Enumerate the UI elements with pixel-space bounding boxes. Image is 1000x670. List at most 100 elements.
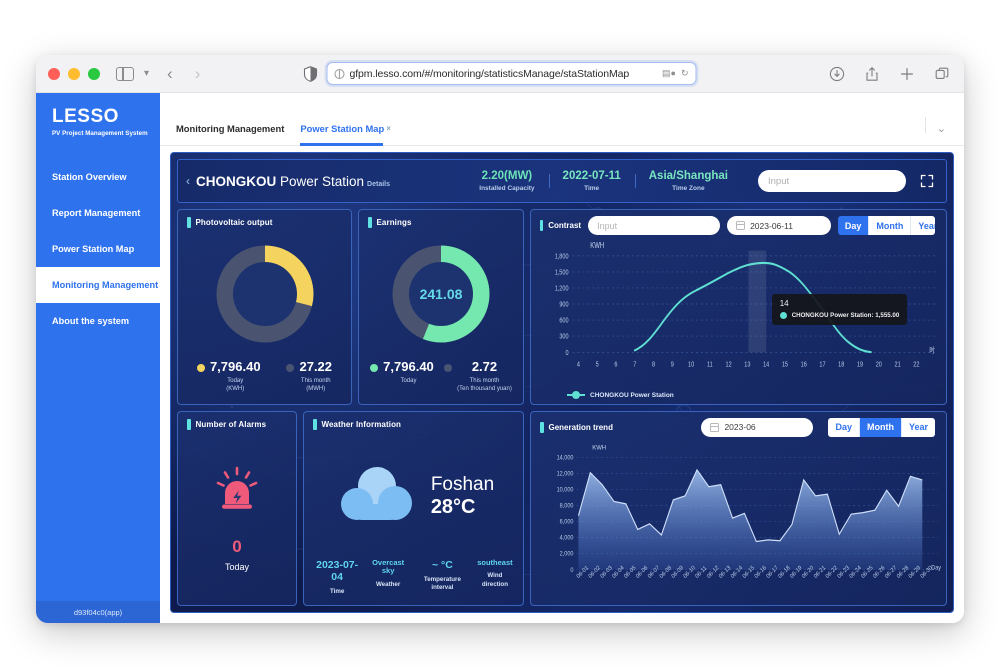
stat-value: 2.72 [471, 359, 498, 375]
weather-city: Foshan [430, 473, 495, 495]
contrast-header: Contrast Input 2023-06-11 Day Month Yea [531, 210, 946, 235]
accent-bar-icon [187, 418, 191, 430]
metric-value: 2022-07-11 [562, 170, 621, 182]
shield-icon[interactable] [303, 65, 318, 82]
earnings-donut-hole: 241.08 [409, 262, 473, 327]
sidebar-item-label: Station Overview [52, 171, 127, 182]
svg-text:时: 时 [929, 344, 935, 354]
fullscreen-icon[interactable] [920, 174, 934, 188]
sidebar-item-power-station-map[interactable]: Power Station Map [36, 231, 160, 267]
globe-icon [334, 68, 345, 79]
svg-text:1,500: 1,500 [555, 269, 569, 277]
generation-range-year[interactable]: Year [901, 417, 935, 437]
earnings-donut-chart: 241.08 [391, 244, 491, 344]
address-bar[interactable]: gfpm.lesso.com/#/monitoring/statisticsMa… [326, 62, 697, 85]
metric-label: Installed Capacity [479, 185, 535, 192]
weather-field-weather: Overcast sky Weather [366, 557, 410, 589]
sidebar-toggle-button[interactable] [116, 66, 134, 81]
contrast-legend[interactable]: CHONGKOU Power Station [531, 390, 946, 404]
tab-overview-icon[interactable] [934, 66, 950, 82]
collapse-left-icon[interactable]: ‹ [184, 174, 196, 188]
dashboard: ‹ CHONGKOU Power Station Details 2.20(MW)… [170, 152, 954, 613]
field-label: Wind direction [481, 572, 508, 588]
earnings-center-value: 241.08 [419, 286, 463, 303]
field-value: Overcast sky [372, 557, 405, 576]
station-name-rest: Power Station [276, 173, 365, 189]
minimize-window-button[interactable] [68, 67, 80, 80]
reader-icon[interactable]: ▤● [662, 68, 676, 79]
svg-text:300: 300 [559, 333, 569, 341]
window-controls[interactable] [48, 67, 100, 80]
contrast-date-input[interactable]: 2023-06-11 [727, 216, 831, 235]
reload-icon[interactable]: ↻ [681, 68, 689, 79]
svg-text:06-01: 06-01 [576, 565, 590, 580]
back-icon[interactable]: ‹ [167, 65, 173, 82]
svg-text:4,000: 4,000 [560, 535, 574, 541]
weather-main: Foshan 28°C [304, 430, 523, 559]
tab-power-station-map[interactable]: Power Station Map × [300, 112, 391, 146]
sidebar-item-report-management[interactable]: Report Management [36, 195, 160, 231]
station-header-bar: ‹ CHONGKOU Power Station Details 2.20(MW)… [177, 159, 947, 203]
brand-block: LESSO PV Project Management System [36, 93, 160, 147]
maximize-window-button[interactable] [88, 67, 100, 80]
stat-caption: Today (KWH) [226, 378, 245, 393]
metric-installed-capacity: 2.20(MW) Installed Capacity [465, 170, 548, 192]
svg-text:0: 0 [570, 567, 574, 573]
alarm-count: 0 [232, 536, 242, 556]
svg-text:22: 22 [913, 361, 919, 369]
generation-range-month[interactable]: Month [859, 417, 902, 437]
metric-label: Time Zone [672, 185, 705, 192]
svg-text:9: 9 [671, 361, 674, 369]
svg-text:8: 8 [652, 361, 655, 369]
content-tabs: Monitoring Management Power Station Map … [160, 112, 964, 146]
forward-icon[interactable]: › [195, 65, 201, 82]
svg-text:10: 10 [688, 361, 694, 369]
station-search-placeholder: Input [768, 175, 790, 187]
contrast-range-day[interactable]: Day [837, 216, 870, 235]
weather-field-time: 2023-07-04 Time [312, 559, 362, 596]
screenshot-root: ▾ ‹ › gfpm.lesso.com/#/monitoring/statis… [0, 0, 1000, 670]
metric-value: 2.20(MW) [481, 170, 533, 182]
contrast-search-input[interactable]: Input [588, 216, 721, 235]
sidebar-item-station-overview[interactable]: Station Overview [36, 159, 160, 195]
generation-header: Generation trend 2023-06 Day Month Year [531, 412, 946, 437]
svg-text:14,000: 14,000 [557, 455, 575, 461]
svg-text:1,800: 1,800 [555, 253, 569, 261]
pv-stat-today: 7,796.40 Today (KWH) [196, 360, 261, 393]
metric-time-zone: Asia/Shanghai Time Zone [634, 170, 742, 192]
earnings-stat-today: 7,796.40 Today [370, 360, 434, 385]
svg-text:16: 16 [801, 361, 807, 369]
brand-logo: LESSO [52, 106, 119, 127]
chevron-down-icon[interactable]: ▾ [144, 68, 149, 79]
contrast-chart[interactable]: KWH 1,800 1,500 1,200 900 600 300 0 4 5 … [531, 235, 946, 392]
generation-chart[interactable]: KWH 14,000 12,000 10,000 8,000 6,000 4,0… [531, 437, 946, 606]
metric-value: Asia/Shanghai [648, 170, 728, 182]
contrast-range-year[interactable]: Year [911, 216, 935, 235]
chevron-down-icon[interactable]: ⌄ [924, 117, 946, 135]
card-title: Generation trend [548, 422, 613, 432]
weather-field-wind-direction: southeast Wind direction [475, 558, 515, 589]
sidebar-item-about-the-system[interactable]: About the system [36, 303, 160, 339]
stat-caption: This month (Ten thousand yuan) [457, 378, 512, 393]
close-window-button[interactable] [48, 67, 60, 80]
svg-text:KWH: KWH [592, 444, 606, 451]
tab-monitoring-management[interactable]: Monitoring Management [176, 112, 284, 146]
pv-donut-chart [215, 244, 315, 344]
pv-donut-hole [232, 262, 297, 327]
contrast-range-month[interactable]: Month [869, 216, 912, 235]
stat-caption: This month (MWH) [300, 378, 331, 393]
generation-range-day[interactable]: Day [828, 417, 860, 437]
metric-label: Time [584, 185, 600, 192]
generation-date-input[interactable]: 2023-06 [701, 417, 814, 437]
station-search-input[interactable]: Input [758, 170, 906, 192]
new-tab-icon[interactable] [899, 66, 915, 82]
accent-bar-icon [540, 421, 544, 433]
generation-range-toggle: Day Month Year [828, 417, 935, 437]
close-icon[interactable]: × [386, 124, 391, 133]
station-details-link[interactable]: Details [367, 181, 390, 188]
sidebar-item-monitoring-management[interactable]: Monitoring Management [36, 266, 160, 303]
contrast-search-placeholder: Input [597, 220, 618, 231]
share-icon[interactable] [864, 66, 880, 82]
svg-text:15: 15 [782, 361, 788, 369]
download-icon[interactable] [829, 66, 845, 82]
